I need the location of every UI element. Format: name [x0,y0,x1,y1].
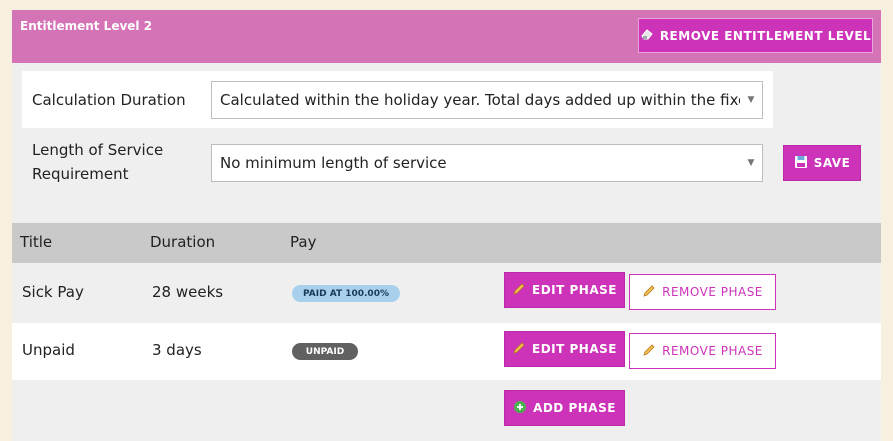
remove-phase-button[interactable]: REMOVE PHASE [629,333,776,369]
entitlement-level-panel: Entitlement Level 2 REMOVE ENTITLEMENT L… [12,10,881,441]
service-requirement-select[interactable]: No minimum length of service ▼ [211,144,763,182]
save-label: SAVE [813,156,851,170]
phase-title: Unpaid [22,341,75,359]
service-requirement-label-line2: Requirement [32,165,129,183]
column-header-pay: Pay [290,233,317,251]
pencil-icon [642,343,656,360]
edit-phase-button[interactable]: EDIT PHASE [504,331,625,367]
edit-phase-label: EDIT PHASE [532,283,617,297]
plus-circle-icon [513,400,527,417]
remove-entitlement-level-button[interactable]: REMOVE ENTITLEMENT LEVEL [638,18,873,53]
calculation-duration-select[interactable]: Calculated within the holiday year. Tota… [211,81,763,119]
entitlement-level-title: Entitlement Level 2 [20,19,153,33]
panel-header: Entitlement Level 2 REMOVE ENTITLEMENT L… [12,10,881,63]
chevron-down-icon: ▼ [747,95,755,105]
remove-phase-label: REMOVE PHASE [662,285,763,299]
table-row: Unpaid 3 days UNPAID EDIT PHASE REMOVE P… [12,323,881,380]
remove-phase-button[interactable]: REMOVE PHASE [629,274,776,310]
eraser-icon [640,27,654,44]
calculation-duration-value: Calculated within the holiday year. Tota… [220,91,740,109]
remove-entitlement-level-label: REMOVE ENTITLEMENT LEVEL [659,28,872,43]
phase-duration: 3 days [152,341,202,359]
service-requirement-value: No minimum length of service [220,154,447,172]
remove-phase-label: REMOVE PHASE [662,344,763,358]
add-phase-label: ADD PHASE [533,401,616,415]
save-button[interactable]: SAVE [783,145,861,181]
chevron-down-icon: ▼ [747,158,755,168]
table-row: Sick Pay 28 weeks PAID AT 100.00% EDIT P… [12,263,881,320]
pencil-icon [642,284,656,301]
phase-duration: 28 weeks [152,283,224,301]
service-requirement-label-line1: Length of Service [32,141,164,159]
calculation-duration-label: Calculation Duration [32,91,186,109]
phase-table-header: Title Duration Pay [12,223,881,263]
pencil-icon [512,341,526,358]
edit-phase-button[interactable]: EDIT PHASE [504,272,625,308]
column-header-duration: Duration [150,233,216,251]
floppy-disk-icon [794,155,808,172]
pencil-icon [512,282,526,299]
pay-status-badge: UNPAID [292,343,358,360]
column-header-title: Title [20,233,53,251]
add-phase-button[interactable]: ADD PHASE [504,390,625,426]
edit-phase-label: EDIT PHASE [532,342,617,356]
pay-status-badge: PAID AT 100.00% [292,285,400,302]
phase-title: Sick Pay [22,283,84,301]
